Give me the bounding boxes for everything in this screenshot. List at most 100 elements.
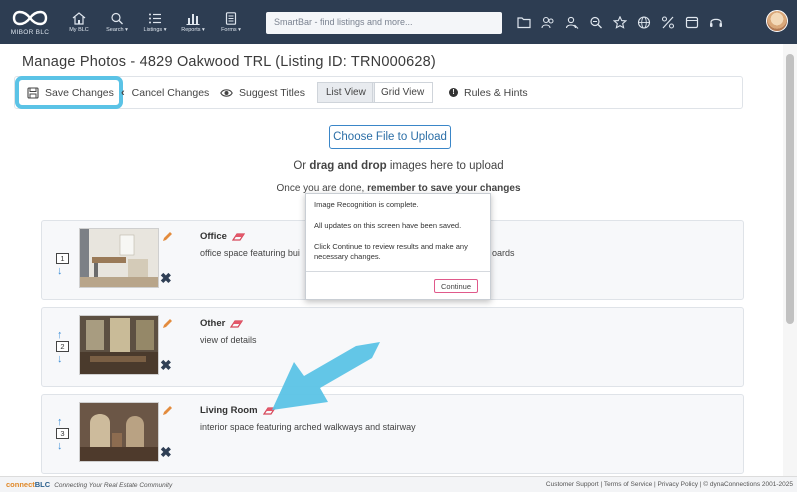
dialog-line-3: Click Continue to review results and mak… (314, 242, 468, 261)
photo-thumbnail-living-room[interactable] (79, 402, 159, 462)
rules-hints-button[interactable]: ! Rules & Hints (449, 77, 528, 108)
suggest-titles-label: Suggest Titles (239, 86, 305, 99)
window-icon[interactable] (680, 0, 704, 44)
cancel-button[interactable]: ‹ Cancel Changes (121, 77, 209, 108)
nav-listings[interactable]: Listings ▾ (136, 0, 174, 44)
scrollbar-thumb[interactable] (786, 54, 794, 324)
delete-photo-icon[interactable]: ✖ (160, 358, 172, 372)
list-icon (149, 13, 161, 23)
connectblc-logo[interactable]: connectBLC (6, 480, 50, 489)
move-up-icon[interactable]: ↑ (57, 417, 63, 428)
headset-icon[interactable] (704, 0, 728, 44)
edit-pencil-icon[interactable] (161, 404, 173, 422)
eye-icon (220, 88, 233, 97)
continue-button[interactable]: Continue (434, 279, 478, 293)
photo-title-text: Living Room (200, 405, 258, 416)
footer-brand-connect: connect (6, 480, 35, 489)
infinity-logo-icon (12, 10, 48, 26)
eraser-icon[interactable] (231, 232, 245, 241)
nav-my-blc-label: My BLC (69, 26, 89, 33)
nav-forms[interactable]: Forms ▾ (212, 0, 250, 44)
list-view-button[interactable]: List View (317, 82, 375, 103)
bar-chart-icon (186, 13, 200, 25)
move-down-icon[interactable]: ↓ (57, 354, 63, 365)
drag-drop-text: Or drag and drop images here to upload (0, 160, 797, 172)
footer-brand-blc: BLC (34, 480, 51, 489)
nav-forms-label: Forms ▾ (221, 26, 241, 33)
top-navigation-bar: MIBOR BLC My BLC Search ▾ Listings ▾ Rep… (0, 0, 797, 44)
search-icon (111, 12, 123, 24)
choose-file-button[interactable]: Choose File to Upload (329, 125, 451, 149)
photo-title: Office (200, 231, 245, 242)
brand-name: MIBOR BLC (10, 29, 50, 36)
move-down-icon[interactable]: ↓ (57, 266, 63, 277)
office-photo-image (80, 229, 158, 287)
rules-hints-label: Rules & Hints (464, 86, 528, 99)
home-icon (72, 11, 86, 25)
photo-row: ↑ 3 ↓ ✖ Living Room interior space featu… (41, 394, 744, 474)
user-search-icon[interactable] (560, 0, 584, 44)
cancel-button-label: Cancel Changes (131, 86, 210, 99)
edit-pencil-icon[interactable] (161, 230, 173, 248)
contacts-icon[interactable] (536, 0, 560, 44)
nav-my-blc[interactable]: My BLC (60, 0, 98, 44)
photo-row: ↑ 2 ↓ ✖ Other view of details (41, 307, 744, 387)
dialog-line-2: All updates on this screen have been sav… (314, 221, 462, 230)
delete-photo-icon[interactable]: ✖ (160, 445, 172, 459)
photo-order-number[interactable]: 3 (56, 428, 69, 439)
nav-search-label: Search ▾ (106, 26, 128, 33)
annotation-arrow-icon (272, 342, 380, 410)
move-down-icon[interactable]: ↓ (57, 441, 63, 452)
photo-order-number[interactable]: 2 (56, 341, 69, 352)
drag-suffix: images here to upload (386, 160, 504, 172)
detail-photo-image (80, 316, 158, 374)
nav-search[interactable]: Search ▾ (98, 0, 136, 44)
photo-title-text: Other (200, 318, 226, 329)
document-icon (225, 11, 237, 25)
nav-listings-label: Listings ▾ (143, 26, 167, 33)
save-floppy-icon (27, 86, 39, 99)
back-chevron-icon: ‹ (121, 86, 125, 99)
footer-tagline: Connecting Your Real Estate Community (54, 482, 173, 489)
nav-reports-label: Reports ▾ (181, 26, 205, 33)
photo-description-tail: oards (492, 248, 515, 258)
photo-thumbnail-office[interactable] (79, 228, 159, 288)
photo-title: Living Room (200, 405, 276, 416)
photo-thumbnail-other[interactable] (79, 315, 159, 375)
living-room-photo-image (80, 403, 158, 461)
photo-title: Other (200, 318, 244, 329)
star-icon[interactable] (608, 0, 632, 44)
save-button-label: Save Changes (45, 86, 114, 99)
globe-icon[interactable] (632, 0, 656, 44)
delete-photo-icon[interactable]: ✖ (160, 271, 172, 285)
smartbar-input[interactable]: SmartBar - find listings and more... (266, 12, 502, 34)
nav-reports[interactable]: Reports ▾ (174, 0, 212, 44)
grid-view-button[interactable]: Grid View (372, 82, 434, 103)
suggest-titles-button[interactable]: Suggest Titles (220, 77, 305, 108)
footer: connectBLC Connecting Your Real Estate Co… (0, 476, 797, 492)
dialog-divider (306, 271, 490, 272)
percent-icon[interactable] (656, 0, 680, 44)
photo-title-text: Office (200, 231, 227, 242)
page-title: Manage Photos - 4829 Oakwood TRL (Listin… (22, 54, 436, 70)
drag-bold: drag and drop (309, 160, 387, 172)
move-up-icon[interactable]: ↑ (57, 330, 63, 341)
zoom-icon[interactable] (584, 0, 608, 44)
avatar[interactable] (766, 10, 788, 32)
mibor-blc-logo[interactable]: MIBOR BLC (0, 0, 60, 44)
save-button[interactable]: Save Changes (27, 77, 114, 108)
footer-links[interactable]: Customer Support | Terms of Service | Pr… (546, 481, 793, 488)
photo-description: interior space featuring arched walkways… (200, 422, 416, 432)
edit-pencil-icon[interactable] (161, 317, 173, 335)
footer-brand-area: connectBLC Connecting Your Real Estate Co… (6, 480, 172, 489)
photo-toolbar: Save Changes ‹ Cancel Changes Suggest Ti… (14, 76, 743, 109)
photo-order-number[interactable]: 1 (56, 253, 69, 264)
photo-description: office space featuring bui (200, 248, 300, 258)
top-icon-group (512, 0, 728, 44)
info-icon: ! (449, 88, 458, 97)
folder-icon[interactable] (512, 0, 536, 44)
dialog-line-1: Image Recognition is complete. (314, 200, 419, 209)
drag-prefix: Or (293, 160, 310, 172)
photo-description: view of details (200, 335, 257, 345)
eraser-icon[interactable] (230, 319, 244, 328)
